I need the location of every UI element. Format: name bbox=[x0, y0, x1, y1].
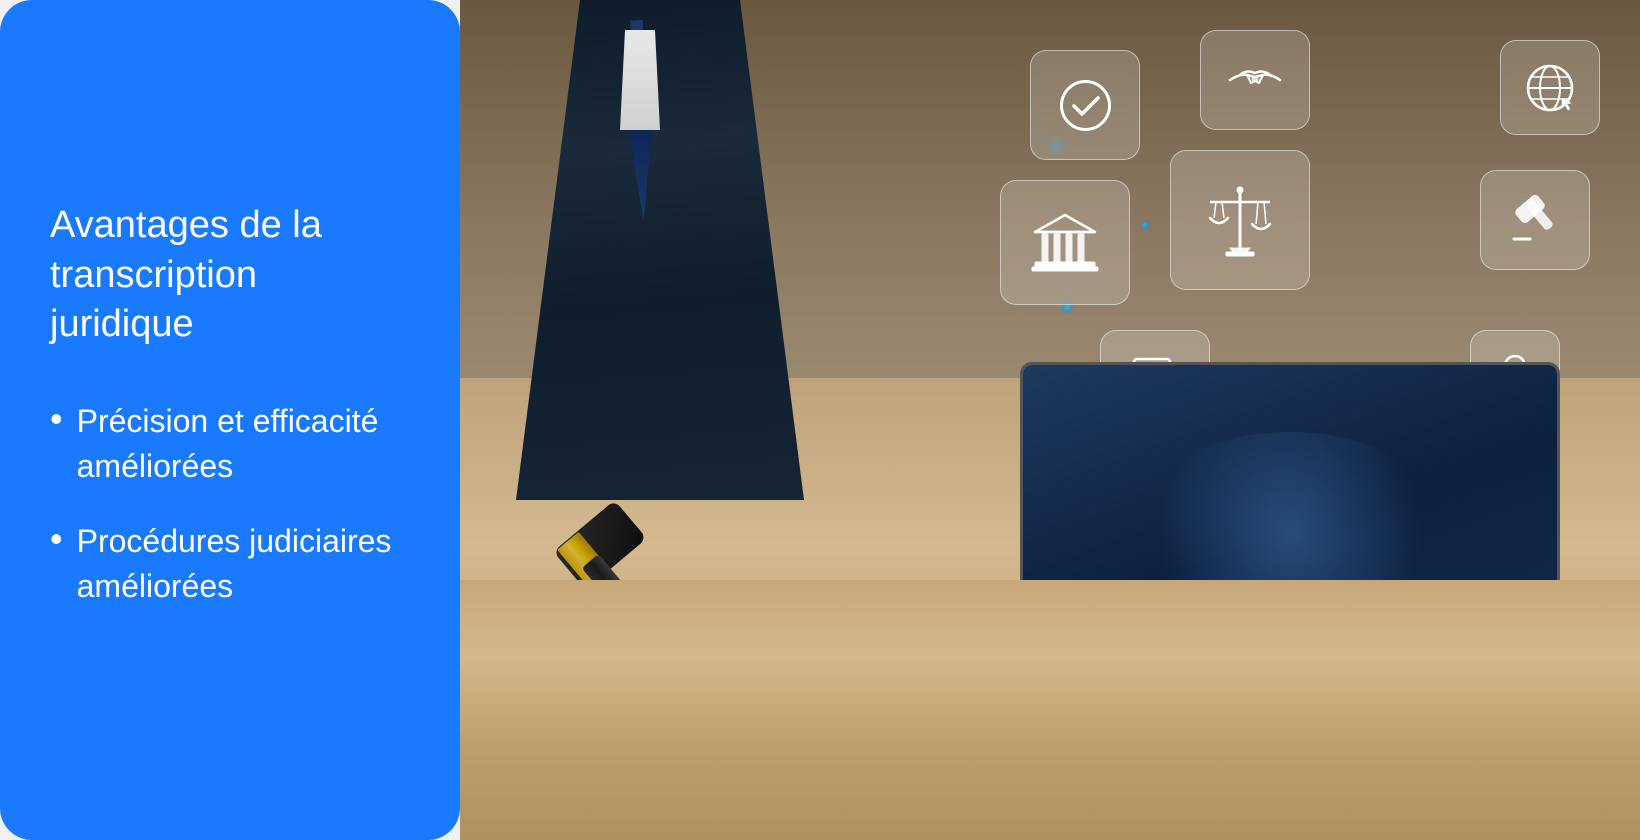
handshake-icon-card bbox=[1200, 30, 1310, 130]
globe-icon bbox=[1524, 62, 1576, 114]
benefits-list: • Précision et efficacité améliorées • P… bbox=[50, 399, 410, 638]
main-title: Avantages de la transcription juridique bbox=[50, 201, 410, 349]
left-panel: Avantages de la transcription juridique … bbox=[0, 0, 460, 840]
justice-scales-icon bbox=[1200, 180, 1280, 260]
gavel-small-icon bbox=[1506, 193, 1564, 248]
list-item: • Procédures judiciaires améliorées bbox=[50, 519, 410, 609]
gavel-icon-card bbox=[1480, 170, 1590, 270]
scales-icon-card bbox=[1170, 150, 1310, 290]
bullet-dot-1: • bbox=[50, 401, 63, 437]
handshake-icon bbox=[1225, 55, 1285, 105]
benefit-procedures: Procédures judiciaires améliorées bbox=[77, 519, 410, 609]
list-item: • Précision et efficacité améliorées bbox=[50, 399, 410, 489]
right-panel: LAW bbox=[460, 0, 1640, 840]
globe-icon-card bbox=[1500, 40, 1600, 135]
bullet-dot-2: • bbox=[50, 521, 63, 557]
suit-jacket bbox=[500, 0, 820, 500]
benefit-precision: Précision et efficacité améliorées bbox=[77, 399, 410, 489]
desk-surface bbox=[460, 580, 1640, 840]
